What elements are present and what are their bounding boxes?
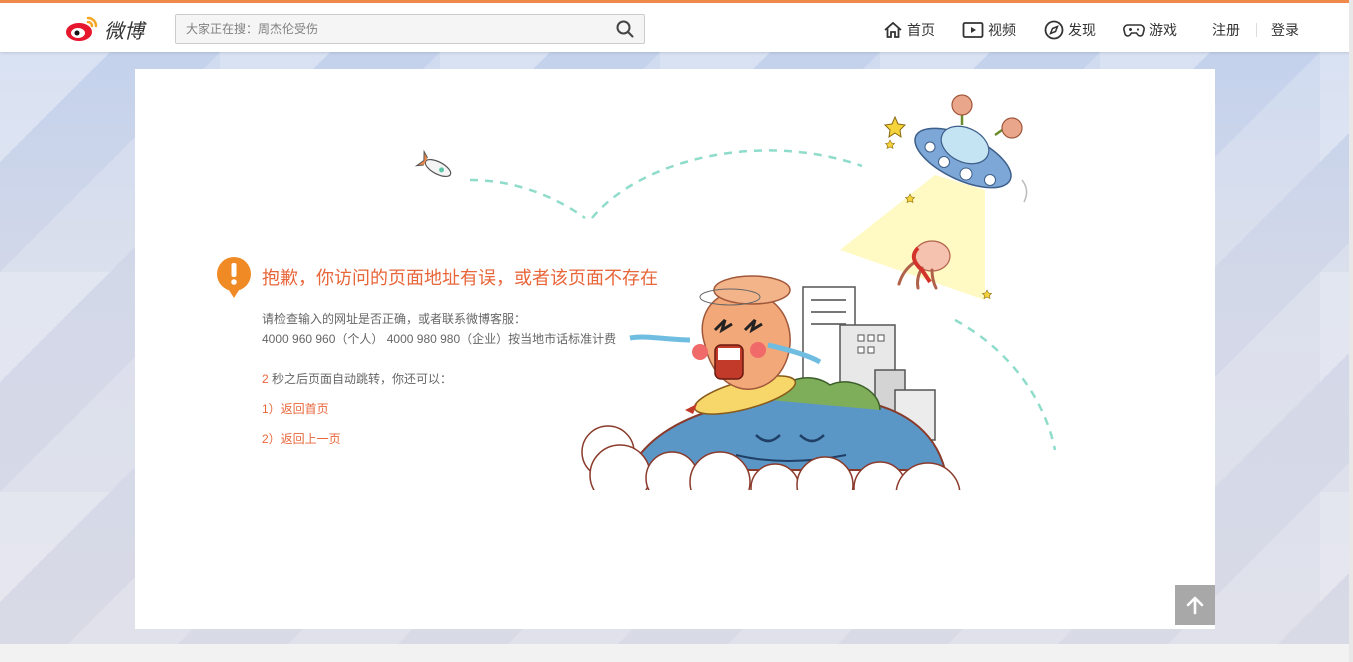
error-title: 抱歉，你访问的页面地址有误，或者该页面不存在 <box>262 268 658 288</box>
back-home-link[interactable]: 1）返回首页 <box>262 400 329 417</box>
scrollbar[interactable] <box>1349 0 1353 662</box>
error-hint: 请检查输入的网址是否正确，或者联系微博客服： <box>262 312 527 326</box>
redirect-text: 秒之后页面自动跳转，你还可以： <box>268 372 453 386</box>
redirect-notice: 2 秒之后页面自动跳转，你还可以： <box>262 370 452 387</box>
rocket-icon <box>414 149 452 178</box>
error-illustration <box>414 94 1057 530</box>
redirect-countdown: 2 <box>262 372 269 386</box>
back-to-top-button[interactable] <box>1175 585 1215 625</box>
warning-icon <box>217 257 251 298</box>
go-back-link[interactable]: 2）返回上一页 <box>262 430 341 447</box>
customer-service-phones: 4000 960 960（个人） 4000 980 980（企业）按当地市话标准… <box>262 332 617 346</box>
back-to-top-icon <box>1186 596 1204 615</box>
